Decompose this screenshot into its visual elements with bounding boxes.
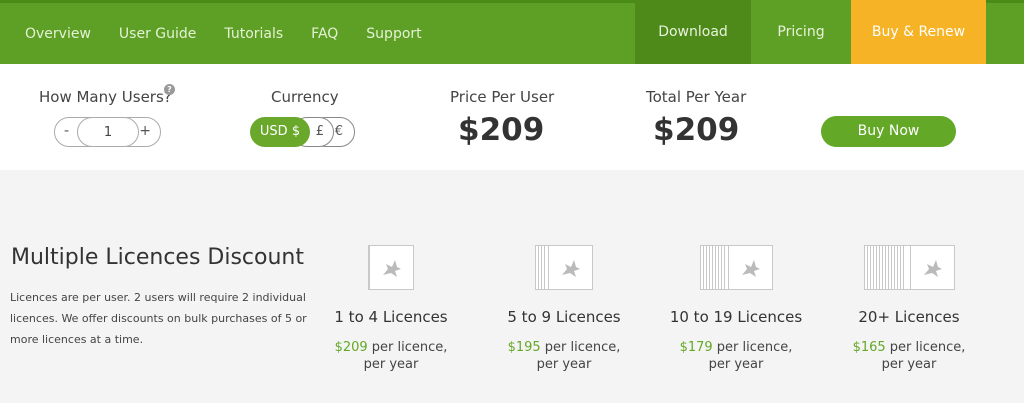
currency-usd-button[interactable]: USD $ xyxy=(250,117,310,147)
increment-button[interactable]: + xyxy=(139,123,151,139)
discount-title: Multiple Licences Discount xyxy=(11,245,304,270)
nav-left-links: Overview User Guide Tutorials FAQ Suppor… xyxy=(0,3,436,64)
licence-stack-icon xyxy=(699,245,773,290)
licence-stack-icon xyxy=(535,245,593,290)
tier-price-period: per year xyxy=(881,357,937,372)
discount-description: Licences are per user. 2 users will requ… xyxy=(10,291,307,346)
price-per-user-label: Price Per User xyxy=(450,88,555,106)
currency-selector: € £ USD $ xyxy=(250,117,355,147)
nav-buy-renew[interactable]: Buy & Renew xyxy=(851,0,986,71)
users-input[interactable] xyxy=(77,117,139,147)
currency-label: Currency xyxy=(271,88,339,106)
tier-name: 1 to 4 Licences xyxy=(334,308,448,326)
tier-price: $195 per licence, per year xyxy=(474,339,654,373)
nav-right-links: Download Pricing Buy & Renew xyxy=(635,0,986,71)
nav-download[interactable]: Download xyxy=(635,0,751,64)
nav-pricing[interactable]: Pricing xyxy=(751,0,851,64)
decrement-button[interactable]: - xyxy=(64,123,69,139)
tier-price-unit: per licence, xyxy=(540,340,621,355)
tier-name: 20+ Licences xyxy=(858,308,960,326)
nav-support[interactable]: Support xyxy=(352,26,435,42)
nav-faq[interactable]: FAQ xyxy=(297,26,352,42)
tier-price: $179 per licence, per year xyxy=(646,339,826,373)
tier-price-period: per year xyxy=(708,357,764,372)
tier-price-period: per year xyxy=(536,357,592,372)
tier-price-amount: $209 xyxy=(334,340,368,355)
price-per-user-value: $209 xyxy=(458,112,545,148)
tier-20-plus: 20+ Licences $165 per licence, per year xyxy=(819,245,999,372)
users-stepper: - + xyxy=(54,117,161,147)
buy-now-button[interactable]: Buy Now xyxy=(821,116,956,147)
tier-name: 10 to 19 Licences xyxy=(669,308,803,326)
nav-tutorials[interactable]: Tutorials xyxy=(210,26,297,42)
tier-5-9: 5 to 9 Licences $195 per licence, per ye… xyxy=(474,245,654,372)
tier-price-amount: $165 xyxy=(852,340,886,355)
tier-price-unit: per licence, xyxy=(367,340,448,355)
licence-stack-icon xyxy=(368,245,414,290)
tier-price-amount: $179 xyxy=(679,340,713,355)
tier-price: $165 per licence, per year xyxy=(819,339,999,373)
top-navigation: Overview User Guide Tutorials FAQ Suppor… xyxy=(0,0,1024,71)
licence-stack-icon xyxy=(863,245,955,290)
tier-price-unit: per licence, xyxy=(885,340,966,355)
help-icon[interactable]: ? xyxy=(164,84,175,95)
tier-1-4: 1 to 4 Licences $209 per licence, per ye… xyxy=(301,245,481,372)
tier-price-unit: per licence, xyxy=(712,340,793,355)
users-label: How Many Users? xyxy=(39,88,172,106)
tier-10-19: 10 to 19 Licences $179 per licence, per … xyxy=(646,245,826,372)
price-calculator: How Many Users? ? - + Currency € £ USD $… xyxy=(0,64,1024,170)
total-per-year-label: Total Per Year xyxy=(646,88,747,106)
tier-price: $209 per licence, per year xyxy=(301,339,481,373)
nav-user-guide[interactable]: User Guide xyxy=(105,26,210,42)
tier-price-period: per year xyxy=(363,357,419,372)
total-per-year-value: $209 xyxy=(653,112,740,148)
tier-name: 5 to 9 Licences xyxy=(507,308,621,326)
tier-price-amount: $195 xyxy=(507,340,541,355)
nav-overview[interactable]: Overview xyxy=(0,26,105,42)
